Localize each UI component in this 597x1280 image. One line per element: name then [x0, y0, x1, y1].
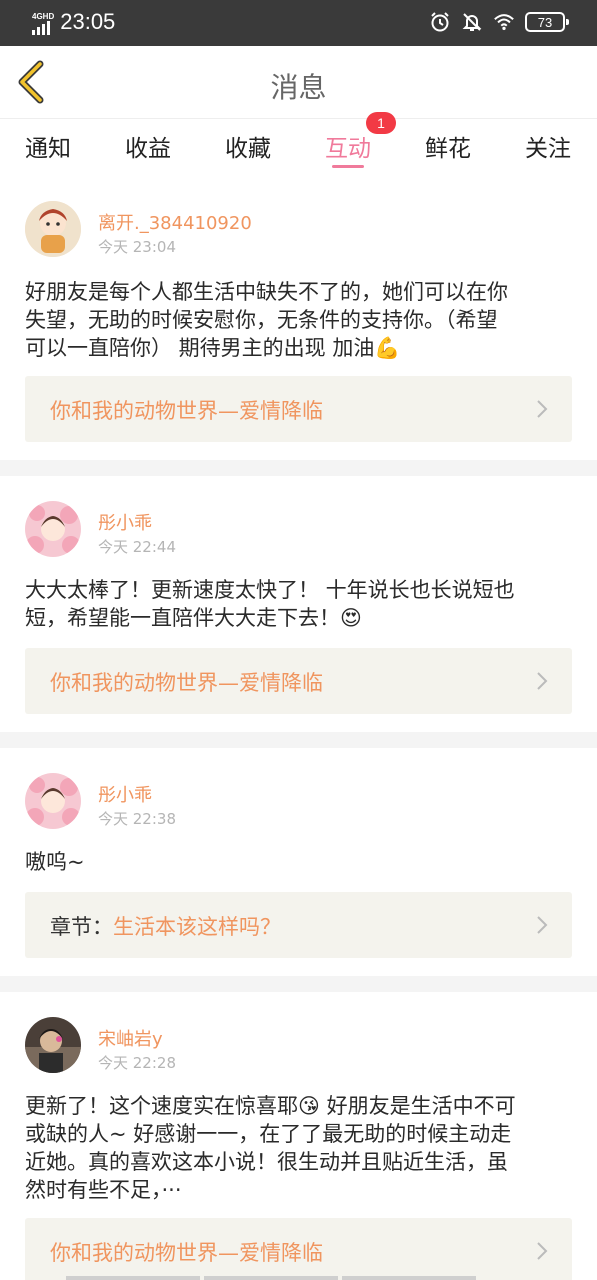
- link-title: 生活本该这样吗？: [113, 915, 281, 939]
- comment-line: 更新了！这个速度实在惊喜耶😘 好朋友是生活中不可: [25, 1094, 516, 1118]
- comment-line: 可以一直陪你） 期待男主的出现 加油💪: [25, 336, 401, 360]
- chevron-right-icon: [537, 672, 548, 690]
- book-link[interactable]: 你和我的动物世界—爱情降临: [25, 648, 572, 714]
- network-indicator: 4GHD: [32, 12, 54, 35]
- username[interactable]: 宋岫岩y: [98, 1025, 163, 1051]
- signal-icon: [32, 21, 50, 35]
- chevron-right-icon: [537, 400, 548, 418]
- comment-line: 或缺的人~ 好感谢一一，在了了最无助的时候主动走: [25, 1122, 512, 1146]
- bell-off-icon: [461, 11, 483, 33]
- message-card: 彤小乖 今天 22:38 嗷呜~ 章节：生活本该这样吗？: [0, 748, 597, 976]
- username[interactable]: 彤小乖: [98, 509, 152, 535]
- tab-earnings[interactable]: 收益: [125, 129, 171, 163]
- avatar[interactable]: [25, 773, 81, 829]
- tab-interactions[interactable]: 互动: [325, 129, 371, 163]
- divider: [0, 732, 597, 748]
- network-label: 4GHD: [32, 12, 55, 21]
- tab-flowers[interactable]: 鲜花: [425, 129, 471, 163]
- comment-line: 短，希望能一直陪伴大大走下去！😍: [25, 606, 362, 630]
- status-time: 23:05: [60, 9, 116, 34]
- book-link[interactable]: 你和我的动物世界—爱情降临: [25, 1218, 572, 1280]
- username[interactable]: 彤小乖: [98, 781, 152, 807]
- tab-favorites[interactable]: 收藏: [225, 129, 271, 163]
- avatar[interactable]: [25, 501, 81, 557]
- active-tab-indicator: [332, 165, 364, 168]
- comment-line: 好朋友是每个人都生活中缺失不了的，她们可以在你: [25, 280, 508, 304]
- tab-notifications[interactable]: 通知: [25, 129, 71, 163]
- tab-bar: 通知 收益 收藏 互动 1 鲜花 关注: [0, 112, 597, 174]
- message-card: 宋岫岩y 今天 22:28 更新了！这个速度实在惊喜耶😘 好朋友是生活中不可 或…: [0, 992, 597, 1280]
- chevron-right-icon: [537, 916, 548, 934]
- divider: [0, 976, 597, 992]
- message-card: 离开._384410920 今天 23:04 好朋友是每个人都生活中缺失不了的，…: [0, 174, 597, 460]
- avatar[interactable]: [25, 201, 81, 257]
- comment-line: 然时有些不足，···: [25, 1178, 182, 1202]
- comment-text: 大大太棒了！更新速度太快了！ 十年说长也长说短也 短，希望能一直陪伴大大走下去！…: [25, 576, 575, 632]
- battery-indicator: 73: [525, 12, 569, 32]
- alarm-icon: [429, 11, 451, 33]
- link-prefix: 章节：: [50, 915, 113, 939]
- wifi-icon: [493, 11, 515, 33]
- divider: [0, 460, 597, 476]
- comment-line: 大大太棒了！更新速度太快了！ 十年说长也长说短也: [25, 578, 515, 602]
- timestamp: 今天 22:44: [98, 538, 176, 556]
- tab-following[interactable]: 关注: [525, 129, 571, 163]
- timestamp: 今天 22:28: [98, 1054, 176, 1072]
- book-link-text: 你和我的动物世界—爱情降临: [50, 667, 323, 697]
- avatar[interactable]: [25, 1017, 81, 1073]
- timestamp: 今天 23:04: [98, 238, 176, 256]
- comment-text: 嗷呜~: [25, 848, 575, 876]
- message-card: 彤小乖 今天 22:44 大大太棒了！更新速度太快了！ 十年说长也长说短也 短，…: [0, 476, 597, 732]
- username[interactable]: 离开._384410920: [98, 209, 252, 235]
- comment-text: 好朋友是每个人都生活中缺失不了的，她们可以在你 失望，无助的时候安慰你，无条件的…: [25, 278, 575, 362]
- comment-line: 失望，无助的时候安慰你，无条件的支持你。（希望: [25, 308, 498, 332]
- book-link-text: 你和我的动物世界—爱情降临: [50, 395, 323, 425]
- chapter-link-text: 章节：生活本该这样吗？: [50, 911, 281, 941]
- comment-line: 近她。真的喜欢这本小说！很生动并且贴近生活，虽: [25, 1150, 508, 1174]
- comment-line: 嗷呜~: [25, 850, 85, 874]
- chevron-right-icon: [537, 1242, 548, 1260]
- comment-text: 更新了！这个速度实在惊喜耶😘 好朋友是生活中不可 或缺的人~ 好感谢一一，在了了…: [25, 1092, 575, 1204]
- link-title: 你和我的动物世界—爱情降临: [50, 1241, 323, 1265]
- chapter-link[interactable]: 章节：生活本该这样吗？: [25, 892, 572, 958]
- header: 消息: [0, 46, 597, 118]
- book-link[interactable]: 你和我的动物世界—爱情降临: [25, 376, 572, 442]
- status-bar: 4GHD 23:05 73: [0, 0, 597, 46]
- page-title: 消息: [270, 71, 327, 104]
- link-title: 你和我的动物世界—爱情降临: [50, 671, 323, 695]
- link-title: 你和我的动物世界—爱情降临: [50, 399, 323, 423]
- scroll-indicator: [66, 1276, 476, 1280]
- book-link-text: 你和我的动物世界—爱情降临: [50, 1237, 323, 1267]
- unread-badge: 1: [366, 112, 396, 134]
- timestamp: 今天 22:38: [98, 810, 176, 828]
